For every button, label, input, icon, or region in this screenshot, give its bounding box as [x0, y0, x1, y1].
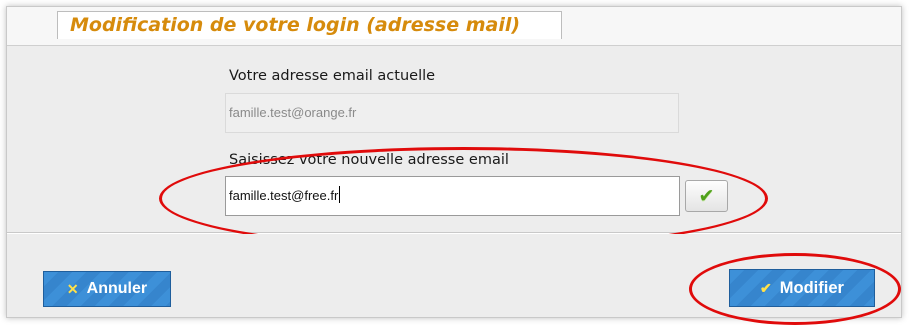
current-email-field: famille.test@orange.fr: [225, 93, 679, 133]
cancel-button-label: Annuler: [86, 280, 148, 297]
x-icon: ✕: [66, 280, 79, 297]
new-email-label: Saisissez votre nouvelle adresse email: [229, 152, 509, 168]
current-email-label: Votre adresse email actuelle: [229, 68, 436, 84]
dialog-content: Votre adresse email actuelle famille.tes…: [7, 46, 901, 233]
new-email-input[interactable]: famille.test@free.fr: [225, 176, 680, 216]
new-email-value: famille.test@free.fr: [229, 188, 339, 203]
text-caret: [339, 186, 341, 203]
login-modification-dialog: Modification de votre login (adresse mai…: [6, 6, 902, 325]
checkmark-icon: ✔: [760, 279, 772, 296]
validate-email-button[interactable]: ✔: [685, 180, 728, 212]
dialog-title: Modification de votre login (adresse mai…: [57, 11, 562, 39]
cancel-button[interactable]: ✕ Annuler: [43, 271, 171, 307]
modify-button-label: Modifier: [779, 278, 844, 297]
checkmark-icon: ✔: [698, 185, 715, 207]
modify-button[interactable]: ✔ Modifier: [729, 269, 875, 307]
dialog-header: Modification de votre login (adresse mai…: [7, 7, 901, 46]
dialog-footer: ✕ Annuler ✔ Modifier: [7, 234, 901, 317]
